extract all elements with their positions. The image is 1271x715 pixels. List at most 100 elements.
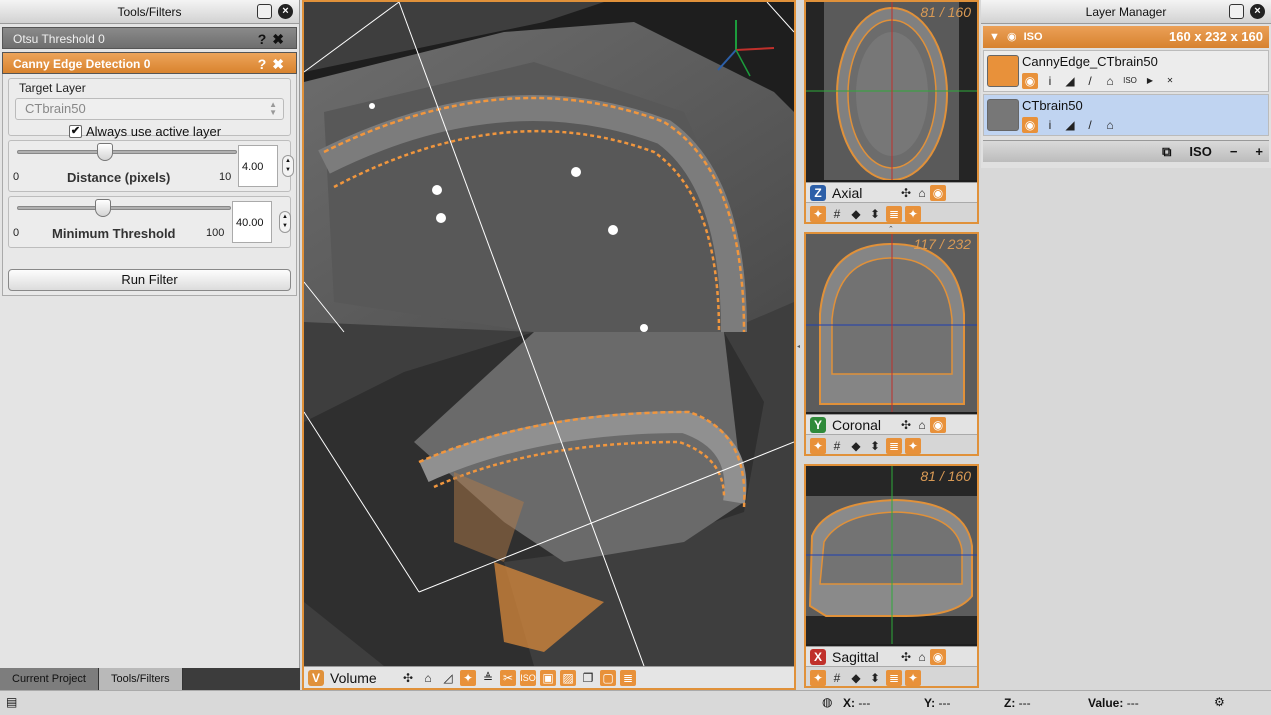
flip-horizontal-icon[interactable]: ◆: [848, 670, 864, 686]
grid-icon[interactable]: #: [829, 670, 845, 686]
eye-icon[interactable]: ◉: [1007, 31, 1017, 43]
group-iso-label[interactable]: ISO: [1024, 31, 1043, 43]
lock-icon[interactable]: ⌂: [1102, 117, 1118, 133]
notes-icon[interactable]: ≣: [886, 205, 902, 222]
picking-icon[interactable]: ✦: [905, 205, 921, 222]
axial-badge[interactable]: Z: [810, 184, 826, 201]
remove-layer-button[interactable]: −: [1230, 144, 1238, 159]
target-layer-select[interactable]: CTbrain50 ▲ ▼: [15, 98, 284, 120]
slices-icon[interactable]: ✦: [460, 669, 476, 686]
notes-icon[interactable]: ≣: [886, 669, 902, 686]
ortho-icon[interactable]: ❐: [580, 670, 596, 686]
grid-icon[interactable]: #: [829, 206, 845, 222]
threshold-stepper[interactable]: ▲ ▼: [279, 211, 291, 233]
otsu-threshold-tool-header[interactable]: Otsu Threshold 0 ?✖: [2, 27, 297, 49]
coronal-view[interactable]: 117 / 232 Y Coronal ✣ ⌂ ◉ ✦ # ◆ ⬍ ≣ ✦: [804, 232, 979, 456]
log-icon[interactable]: ▤: [6, 695, 17, 709]
coronal-badge[interactable]: Y: [810, 416, 826, 433]
splitter-grip-icon[interactable]: ◂: [797, 343, 800, 350]
cube-icon[interactable]: ▢: [600, 669, 616, 686]
flip-horizontal-icon[interactable]: ◆: [848, 438, 864, 454]
tab-tools-filters[interactable]: Tools/Filters: [98, 668, 183, 690]
bbox-icon[interactable]: ▨: [560, 669, 576, 686]
layer-name[interactable]: CTbrain50: [1022, 98, 1083, 113]
notes-icon[interactable]: ≣: [620, 669, 636, 686]
add-layer-button[interactable]: +: [1255, 144, 1263, 159]
help-icon[interactable]: ?: [258, 31, 273, 47]
visibility-icon[interactable]: ◉: [1022, 73, 1038, 89]
threshold-slider-knob[interactable]: [94, 199, 111, 217]
close-icon[interactable]: ✖: [272, 56, 290, 72]
info-icon[interactable]: i: [1042, 73, 1058, 89]
lock-icon[interactable]: ⌂: [1102, 73, 1118, 89]
volume-viewer[interactable]: V Volume ✣ ⌂ ◿ ✦ ≜ ✂ ISO ▣ ▨ ❐ ▢ ≣: [302, 0, 796, 690]
layer-group-header[interactable]: ▼ ◉ ISO 160 x 232 x 160: [983, 26, 1269, 48]
flip-vertical-icon[interactable]: ⬍: [867, 670, 883, 686]
float-panel-button[interactable]: [1229, 4, 1244, 19]
lock-icon[interactable]: ⌂: [420, 670, 436, 686]
iso-play-icon[interactable]: ▶: [1142, 73, 1158, 89]
distance-stepper[interactable]: ▲ ▼: [282, 155, 294, 177]
crosshair-icon[interactable]: ✦: [810, 669, 826, 686]
light-icon[interactable]: ≜: [480, 670, 496, 686]
flip-vertical-icon[interactable]: ⬍: [867, 438, 883, 454]
iso-delete-icon[interactable]: ✕: [1162, 73, 1178, 89]
globe-icon[interactable]: ◍: [822, 695, 832, 709]
maximize-icon[interactable]: ✣: [898, 649, 914, 665]
float-panel-button[interactable]: [257, 4, 272, 19]
checkmark-icon[interactable]: ✔: [69, 125, 82, 138]
lock-icon[interactable]: ⌂: [914, 649, 930, 665]
maximize-icon[interactable]: ✣: [400, 670, 416, 686]
notes-icon[interactable]: ≣: [886, 437, 902, 454]
tab-current-project[interactable]: Current Project: [0, 668, 99, 690]
threshold-slider-track[interactable]: [17, 206, 231, 210]
iso-surface-icon[interactable]: ISO: [1122, 73, 1138, 89]
lock-icon[interactable]: ⌂: [914, 185, 930, 201]
crosshair-icon[interactable]: ✦: [810, 437, 826, 454]
layer-item[interactable]: CannyEdge_CTbrain50 ◉ i ◢ / ⌂ ISO ▶ ✕: [983, 50, 1269, 92]
measure-icon[interactable]: ◿: [440, 670, 456, 686]
clip-icon[interactable]: ✂: [500, 669, 516, 686]
flip-vertical-icon[interactable]: ⬍: [867, 206, 883, 222]
brush-icon[interactable]: /: [1082, 117, 1098, 133]
always-use-active-checkbox[interactable]: ✔ Always use active layer: [69, 124, 290, 139]
duplicate-layer-icon[interactable]: ⧉: [1162, 144, 1171, 160]
collapse-triangle-icon[interactable]: ▼: [989, 31, 1000, 43]
visibility-icon[interactable]: ◉: [930, 184, 946, 201]
picking-icon[interactable]: ✦: [905, 669, 921, 686]
distance-value-input[interactable]: 4.00: [238, 145, 278, 187]
canny-edge-tool-header[interactable]: Canny Edge Detection 0 ?✖: [2, 52, 297, 74]
distance-slider-track[interactable]: [17, 150, 237, 154]
layer-item[interactable]: CTbrain50 ◉ i ◢ / ⌂: [983, 94, 1269, 136]
sagittal-view[interactable]: 81 / 160 X Sagittal ✣ ⌂ ◉ ✦ # ◆ ⬍ ≣ ✦: [804, 464, 979, 688]
picking-icon[interactable]: ✦: [905, 437, 921, 454]
opacity-icon[interactable]: ◢: [1062, 117, 1078, 133]
close-panel-button[interactable]: ×: [1250, 4, 1265, 19]
close-panel-button[interactable]: ×: [278, 4, 293, 19]
opacity-icon[interactable]: ◢: [1062, 73, 1078, 89]
help-icon[interactable]: ?: [258, 56, 273, 72]
brush-icon[interactable]: /: [1082, 73, 1098, 89]
iso-button[interactable]: ISO: [1189, 144, 1211, 159]
iso-icon[interactable]: ISO: [520, 669, 536, 686]
sagittal-badge[interactable]: X: [810, 648, 826, 665]
maximize-icon[interactable]: ✣: [898, 185, 914, 201]
close-icon[interactable]: ✖: [272, 31, 290, 47]
axial-view[interactable]: 81 / 160 Z Axial ✣ ⌂ ◉ ✦ # ◆ ⬍ ≣ ✦: [804, 0, 979, 224]
threshold-value-input[interactable]: 40.00: [232, 201, 272, 243]
volume-view-badge[interactable]: V: [308, 669, 324, 686]
flip-horizontal-icon[interactable]: ◆: [848, 206, 864, 222]
crosshair-icon[interactable]: ✦: [810, 205, 826, 222]
network-icon[interactable]: ⚙: [1214, 695, 1225, 709]
run-filter-button[interactable]: Run Filter: [8, 269, 291, 291]
grid-icon[interactable]: #: [829, 438, 845, 454]
visibility-icon[interactable]: ◉: [1022, 117, 1038, 133]
visibility-icon[interactable]: ◉: [930, 416, 946, 433]
maximize-icon[interactable]: ✣: [898, 417, 914, 433]
visibility-icon[interactable]: ◉: [930, 648, 946, 665]
layer-name[interactable]: CannyEdge_CTbrain50: [1022, 54, 1158, 69]
lock-icon[interactable]: ⌂: [914, 417, 930, 433]
info-icon[interactable]: i: [1042, 117, 1058, 133]
snapshot-icon[interactable]: ▣: [540, 669, 556, 686]
distance-slider-knob[interactable]: [97, 143, 113, 161]
